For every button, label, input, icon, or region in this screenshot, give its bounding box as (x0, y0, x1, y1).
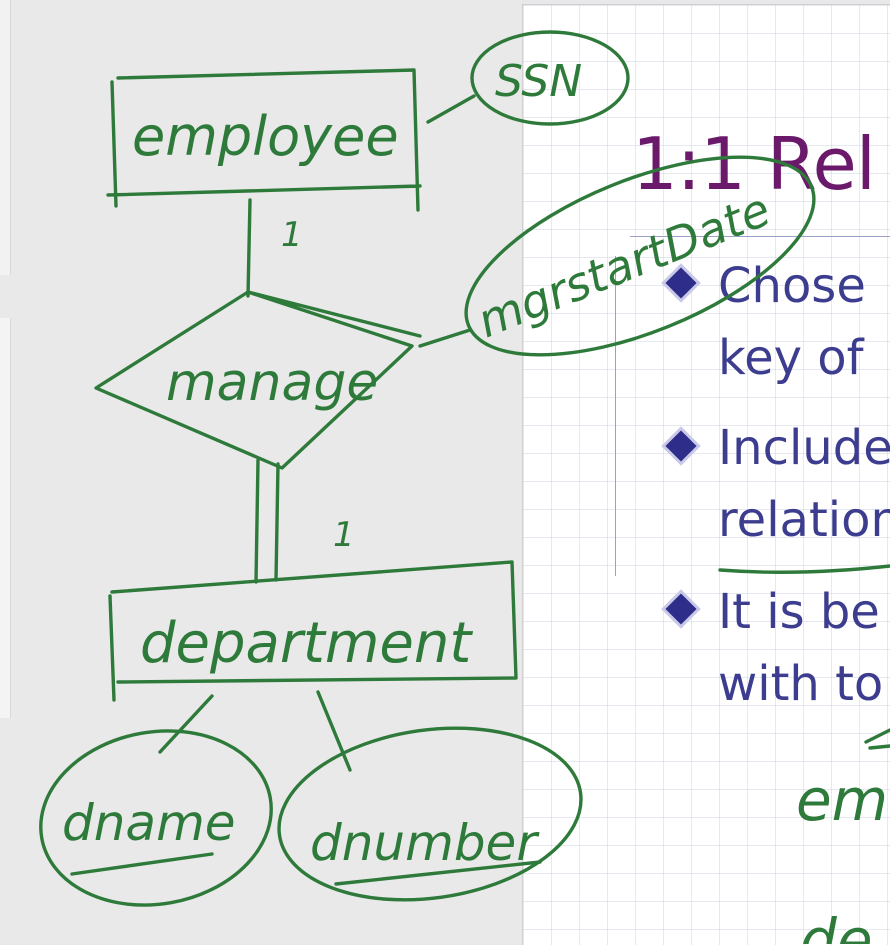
bullet-3-line-1: It is be (718, 584, 880, 640)
slide-guide-line (615, 256, 616, 576)
bullet-2-line-1: Include (718, 420, 890, 476)
whiteboard-area (0, 0, 522, 944)
bullet-3-line-2: with to (718, 656, 884, 712)
bullet-1-line-1: Chose (718, 258, 866, 314)
slide-title: 1:1 Rel (632, 122, 876, 206)
bullet-1-line-2: key of (718, 330, 864, 386)
title-divider (630, 236, 890, 237)
side-panel-edge (0, 318, 11, 718)
bullet-2-line-2: relation (718, 492, 890, 548)
side-panel-edge (0, 0, 11, 275)
